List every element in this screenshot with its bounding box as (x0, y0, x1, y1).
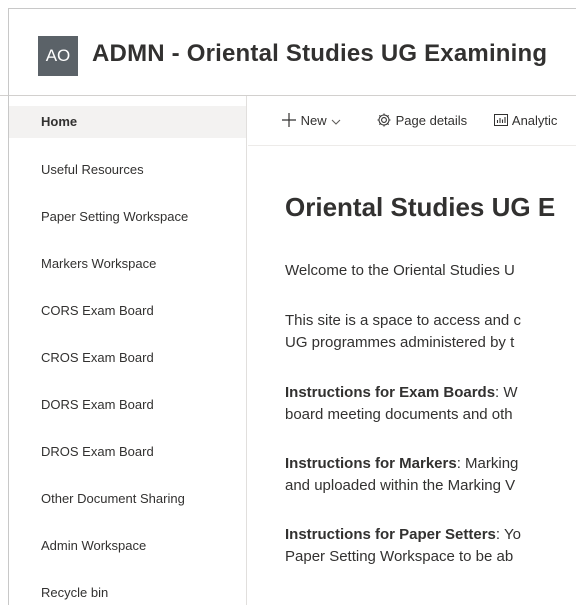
sidebar-item-useful-resources[interactable]: Useful Resources (9, 154, 246, 186)
exam-boards-heading: Instructions for Exam Boards (285, 384, 496, 401)
sidebar-item-dros-exam-board[interactable]: DROS Exam Board (9, 436, 246, 468)
analytics-button[interactable]: Analytic (493, 112, 557, 128)
markers-heading: Instructions for Markers (285, 455, 457, 472)
paper-setters-heading: Instructions for Paper Setters (285, 526, 496, 543)
analytics-label: Analytic (511, 113, 558, 128)
new-button-label: New (300, 113, 327, 128)
site-title[interactable]: ADMN - Oriental Studies UG Examining (92, 40, 547, 68)
paper-setters-instructions-line-2: Paper Setting Workspace to be ab (285, 548, 514, 565)
exam-boards-text: : W (495, 384, 518, 401)
page-details-label: Page details (395, 113, 468, 128)
welcome-text: Welcome to the Oriental Studies U (285, 262, 515, 279)
markers-text: : Marking (456, 455, 519, 472)
sidebar-item-other-document-sharing[interactable]: Other Document Sharing (9, 483, 246, 515)
page-details-button[interactable]: Page details (376, 112, 467, 128)
intro-line-2: UG programmes administered by t (285, 334, 515, 351)
sharepoint-window: AO ADMN - Oriental Studies UG Examining … (0, 0, 576, 605)
page-title: Oriental Studies UG E (285, 192, 556, 222)
page-content: Oriental Studies UG E Welcome to the Ori… (285, 146, 576, 605)
exam-boards-instructions-line-1: Instructions for Exam Boards: W (285, 381, 518, 405)
paper-setters-text: : Yo (495, 526, 521, 543)
paper-setters-instructions-line-1: Instructions for Paper Setters: Yo (285, 523, 521, 547)
frame-border-top (8, 8, 576, 9)
sidebar-item-markers-workspace[interactable]: Markers Workspace (9, 248, 246, 280)
site-logo-avatar[interactable]: AO (38, 36, 78, 76)
sidebar-item-recycle-bin[interactable]: Recycle bin (9, 577, 246, 609)
sidebar-item-admin-workspace[interactable]: Admin Workspace (9, 530, 246, 562)
markers-instructions-line-1: Instructions for Markers: Marking (285, 452, 518, 476)
sidebar-item-cros-exam-board[interactable]: CROS Exam Board (9, 342, 246, 374)
exam-boards-instructions-line-2: board meeting documents and oth (285, 406, 513, 423)
site-header: AO ADMN - Oriental Studies UG Examining (0, 0, 576, 96)
sidebar-item-home[interactable]: Home (9, 106, 246, 138)
gear-icon (377, 113, 391, 127)
chevron-down-icon (331, 119, 341, 125)
site-navigation: Home Useful Resources Paper Setting Work… (9, 96, 247, 605)
markers-instructions-line-2: and uploaded within the Marking V (285, 477, 516, 494)
analytics-icon (494, 114, 508, 126)
sidebar-item-cors-exam-board[interactable]: CORS Exam Board (9, 295, 246, 327)
plus-icon (282, 113, 296, 127)
sidebar-item-paper-setting-workspace[interactable]: Paper Setting Workspace (9, 201, 246, 233)
sidebar-item-dors-exam-board[interactable]: DORS Exam Board (9, 389, 246, 421)
intro-line-1: This site is a space to access and c (285, 312, 521, 329)
new-button[interactable]: New (281, 112, 342, 128)
command-bar: New Page details Analytic (248, 96, 576, 146)
